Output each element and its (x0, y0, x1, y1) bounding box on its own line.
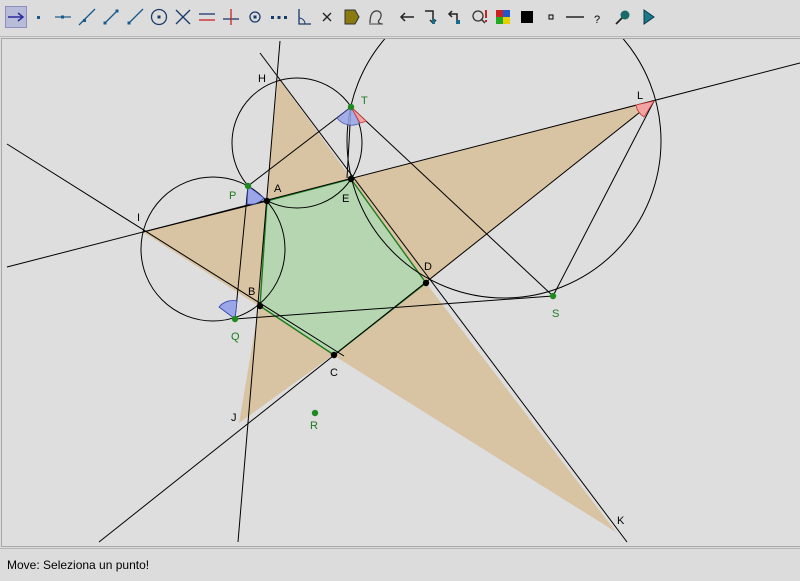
dotted-line-icon (271, 16, 287, 19)
midpoint-icon (249, 11, 261, 23)
line-style-tool-button[interactable] (564, 6, 586, 28)
undo-arrow-icon (399, 12, 414, 22)
label-R: R (310, 420, 318, 432)
label-P: P (229, 190, 236, 202)
perpendicular-icon (223, 9, 239, 25)
label-A: A (274, 183, 282, 195)
point-Q[interactable] (231, 315, 239, 323)
angle-marker-L (635, 100, 655, 118)
polygon-tool-button[interactable] (341, 6, 363, 28)
label-Q: Q (231, 331, 240, 343)
line-tool-button[interactable] (76, 6, 98, 28)
angle-icon (298, 9, 311, 25)
point-T[interactable] (347, 103, 355, 111)
magnifier-icon (615, 10, 630, 25)
polygon-icon (344, 9, 360, 25)
label-C: C (330, 367, 338, 379)
toolbar: ? (0, 0, 800, 37)
locus-tool-button[interactable] (365, 6, 387, 28)
color-tool-button[interactable] (492, 6, 514, 28)
redo-arrow-icon (425, 10, 437, 25)
intersection-icon (175, 9, 191, 25)
circle-tool-button[interactable] (148, 6, 170, 28)
line-style-icon (566, 16, 584, 18)
move-tool-button[interactable] (5, 6, 27, 28)
label-L: L (637, 90, 643, 102)
status-bar: Move: Seleziona un punto! (0, 548, 800, 581)
filled-square-icon (521, 11, 533, 23)
point-P[interactable] (244, 182, 252, 190)
small-square-icon (548, 14, 554, 20)
label-T: T (361, 95, 368, 107)
help-tool-button[interactable]: ? (588, 6, 610, 28)
point-D[interactable] (422, 279, 430, 287)
point-icon (37, 16, 40, 19)
fill-tool-button[interactable] (516, 6, 538, 28)
point-on-line-icon (55, 15, 71, 19)
label-K: K (617, 515, 625, 527)
circle-icon (150, 8, 168, 26)
delete-x-icon (322, 12, 332, 22)
label-D: D (424, 261, 432, 273)
intersection-tool-button[interactable] (172, 6, 194, 28)
geometry-figure[interactable]: A B C D E H I J K L P Q R S T (2, 39, 800, 546)
label-J: J (231, 412, 237, 424)
back-arrow-icon (447, 10, 460, 24)
color-palette-icon (496, 10, 510, 24)
parallel-tool-button[interactable] (196, 6, 218, 28)
midpoint-tool-button[interactable] (244, 6, 266, 28)
dotted-line-tool-button[interactable] (268, 6, 290, 28)
point-E[interactable] (347, 175, 355, 183)
macro-icon (472, 10, 487, 24)
delete-tool-button[interactable] (316, 6, 338, 28)
macro-tool-button[interactable] (468, 6, 490, 28)
point-C[interactable] (330, 351, 338, 359)
ray-icon (127, 8, 144, 25)
question-mark-icon: ? (594, 14, 600, 26)
point-S[interactable] (549, 292, 557, 300)
point-B[interactable] (256, 302, 264, 310)
drawing-canvas[interactable]: A B C D E H I J K L P Q R S T (1, 38, 800, 547)
label-B: B (248, 286, 255, 298)
locus-icon (369, 10, 383, 25)
parallel-icon (199, 13, 215, 21)
segment-icon (103, 9, 119, 25)
label-E: E (342, 193, 349, 205)
point-R[interactable] (311, 409, 319, 417)
status-message: Move: Seleziona un punto! (7, 558, 150, 572)
label-S: S (552, 308, 559, 320)
svg-text:?: ? (594, 14, 600, 26)
point-A[interactable] (263, 197, 271, 205)
small-point-tool-button[interactable] (540, 6, 562, 28)
ray-tool-button[interactable] (124, 6, 146, 28)
point-tool-button[interactable] (28, 6, 50, 28)
point-on-object-tool-button[interactable] (52, 6, 74, 28)
label-H: H (258, 73, 266, 85)
label-I: I (137, 212, 140, 224)
segment-tool-button[interactable] (100, 6, 122, 28)
zoom-tool-button[interactable] (612, 6, 634, 28)
redo-tool-button[interactable] (420, 6, 442, 28)
back-tool-button[interactable] (444, 6, 466, 28)
play-icon (643, 9, 655, 25)
line-icon (78, 8, 96, 26)
play-tool-button[interactable] (637, 6, 659, 28)
angle-tool-button[interactable] (292, 6, 314, 28)
perpendicular-tool-button[interactable] (220, 6, 242, 28)
undo-tool-button[interactable] (396, 6, 418, 28)
move-arrow-icon (8, 12, 25, 22)
